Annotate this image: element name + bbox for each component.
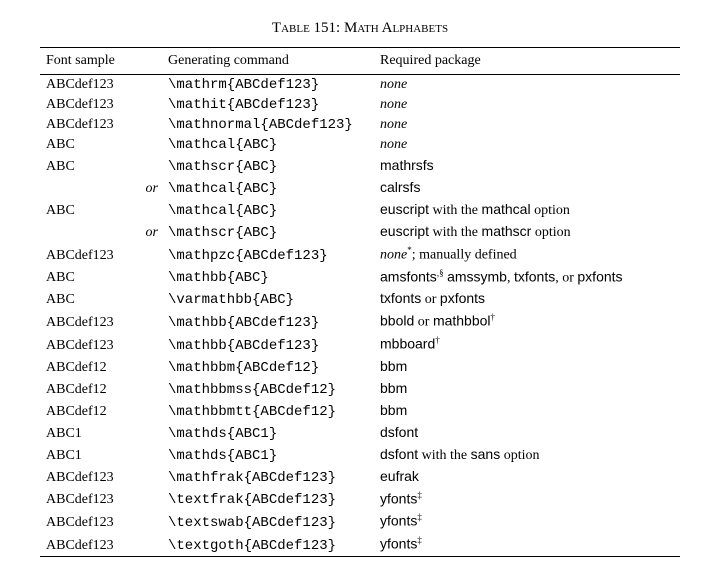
generating-command: \mathcal{ABC} — [162, 199, 374, 221]
font-sample: ABC — [40, 155, 162, 177]
table-row: or\mathscr{ABC}euscript with the mathscr… — [40, 221, 680, 243]
required-package: amsfonts,§ amssymb, txfonts, or pxfonts — [374, 266, 680, 289]
generating-command: \textfrak{ABCdef123} — [162, 488, 374, 511]
or-label: or — [40, 177, 162, 199]
header-font-sample: Font sample — [40, 48, 162, 75]
generating-command: \mathit{ABCdef123} — [162, 95, 374, 115]
required-package: eufrak — [374, 466, 680, 488]
required-package: bbm — [374, 400, 680, 422]
generating-command: \mathfrak{ABCdef123} — [162, 466, 374, 488]
generating-command: \mathds{ABC1} — [162, 422, 374, 444]
font-sample: ABCdef123 — [40, 466, 162, 488]
header-row: Font sample Generating command Required … — [40, 48, 680, 75]
table-row: ABCdef123\mathbb{ABCdef123}mbboard† — [40, 333, 680, 356]
required-package: euscript with the mathscr option — [374, 221, 680, 243]
generating-command: \mathpzc{ABCdef123} — [162, 243, 374, 266]
generating-command: \mathbbmtt{ABCdef12} — [162, 400, 374, 422]
required-package: euscript with the mathcal option — [374, 199, 680, 221]
table-row: ABCdef123\mathrm{ABCdef123}none — [40, 75, 680, 95]
font-sample: ABCdef12 — [40, 378, 162, 400]
generating-command: \textgoth{ABCdef123} — [162, 533, 374, 556]
required-package: dsfont — [374, 422, 680, 444]
table-row: or\mathcal{ABC}calrsfs — [40, 177, 680, 199]
table-row: ABCdef123\mathfrak{ABCdef123}eufrak — [40, 466, 680, 488]
table-row: ABC\varmathbb{ABC}txfonts or pxfonts — [40, 288, 680, 310]
or-label: or — [40, 221, 162, 243]
table-row: ABC\mathcal{ABC}none — [40, 135, 680, 155]
required-package: none — [374, 95, 680, 115]
header-required-package: Required package — [374, 48, 680, 75]
generating-command: \mathds{ABC1} — [162, 444, 374, 466]
table-row: ABCdef123\textgoth{ABCdef123}yfonts‡ — [40, 533, 680, 556]
font-sample: ABCdef123 — [40, 95, 162, 115]
required-package: none*; manually defined — [374, 243, 680, 266]
generating-command: \varmathbb{ABC} — [162, 288, 374, 310]
font-sample: ABC1 — [40, 422, 162, 444]
table-row: ABC\mathscr{ABC}mathrsfs — [40, 155, 680, 177]
font-sample: ABCdef123 — [40, 115, 162, 135]
generating-command: \mathscr{ABC} — [162, 155, 374, 177]
generating-command: \mathbb{ABCdef123} — [162, 310, 374, 333]
required-package: yfonts‡ — [374, 510, 680, 533]
table-row: ABCdef12\mathbbmtt{ABCdef12}bbm — [40, 400, 680, 422]
generating-command: \textswab{ABCdef123} — [162, 510, 374, 533]
table-row: ABCdef123\mathpzc{ABCdef123}none*; manua… — [40, 243, 680, 266]
required-package: mathrsfs — [374, 155, 680, 177]
font-sample: ABCdef123 — [40, 510, 162, 533]
table-row: ABCdef123\mathnormal{ABCdef123}none — [40, 115, 680, 135]
header-generating-command: Generating command — [162, 48, 374, 75]
font-sample: ABC — [40, 266, 162, 289]
font-sample: ABCdef123 — [40, 333, 162, 356]
generating-command: \mathnormal{ABCdef123} — [162, 115, 374, 135]
table-caption: Table 151: Math Alphabets — [40, 20, 680, 37]
font-sample: ABCdef12 — [40, 400, 162, 422]
required-package: bbm — [374, 378, 680, 400]
generating-command: \mathcal{ABC} — [162, 177, 374, 199]
required-package: mbboard† — [374, 333, 680, 356]
table-row: ABCdef123\textfrak{ABCdef123}yfonts‡ — [40, 488, 680, 511]
required-package: yfonts‡ — [374, 533, 680, 556]
required-package: none — [374, 135, 680, 155]
table-row: ABC1\mathds{ABC1}dsfont — [40, 422, 680, 444]
generating-command: \mathbb{ABC} — [162, 266, 374, 289]
generating-command: \mathbbmss{ABCdef12} — [162, 378, 374, 400]
table-row: ABC\mathbb{ABC}amsfonts,§ amssymb, txfon… — [40, 266, 680, 289]
required-package: dsfont with the sans option — [374, 444, 680, 466]
font-sample: ABCdef123 — [40, 310, 162, 333]
required-package: txfonts or pxfonts — [374, 288, 680, 310]
table-row: ABC1\mathds{ABC1}dsfont with the sans op… — [40, 444, 680, 466]
table-row: ABCdef123\textswab{ABCdef123}yfonts‡ — [40, 510, 680, 533]
table-row: ABCdef12\mathbbmss{ABCdef12}bbm — [40, 378, 680, 400]
generating-command: \mathrm{ABCdef123} — [162, 75, 374, 95]
generating-command: \mathscr{ABC} — [162, 221, 374, 243]
required-package: bbm — [374, 356, 680, 378]
math-alphabets-table: Font sample Generating command Required … — [40, 47, 680, 557]
font-sample: ABC — [40, 288, 162, 310]
table-row: ABCdef12\mathbbm{ABCdef12}bbm — [40, 356, 680, 378]
font-sample: ABC — [40, 199, 162, 221]
required-package: calrsfs — [374, 177, 680, 199]
required-package: none — [374, 115, 680, 135]
required-package: yfonts‡ — [374, 488, 680, 511]
required-package: bbold or mathbbol† — [374, 310, 680, 333]
font-sample: ABCdef123 — [40, 488, 162, 511]
font-sample: ABCdef12 — [40, 356, 162, 378]
generating-command: \mathcal{ABC} — [162, 135, 374, 155]
font-sample: ABC — [40, 135, 162, 155]
font-sample: ABCdef123 — [40, 75, 162, 95]
table-row: ABCdef123\mathbb{ABCdef123}bbold or math… — [40, 310, 680, 333]
required-package: none — [374, 75, 680, 95]
font-sample: ABCdef123 — [40, 533, 162, 556]
table-row: ABCdef123\mathit{ABCdef123}none — [40, 95, 680, 115]
generating-command: \mathbbm{ABCdef12} — [162, 356, 374, 378]
font-sample: ABC1 — [40, 444, 162, 466]
font-sample: ABCdef123 — [40, 243, 162, 266]
table-row: ABC\mathcal{ABC}euscript with the mathca… — [40, 199, 680, 221]
generating-command: \mathbb{ABCdef123} — [162, 333, 374, 356]
